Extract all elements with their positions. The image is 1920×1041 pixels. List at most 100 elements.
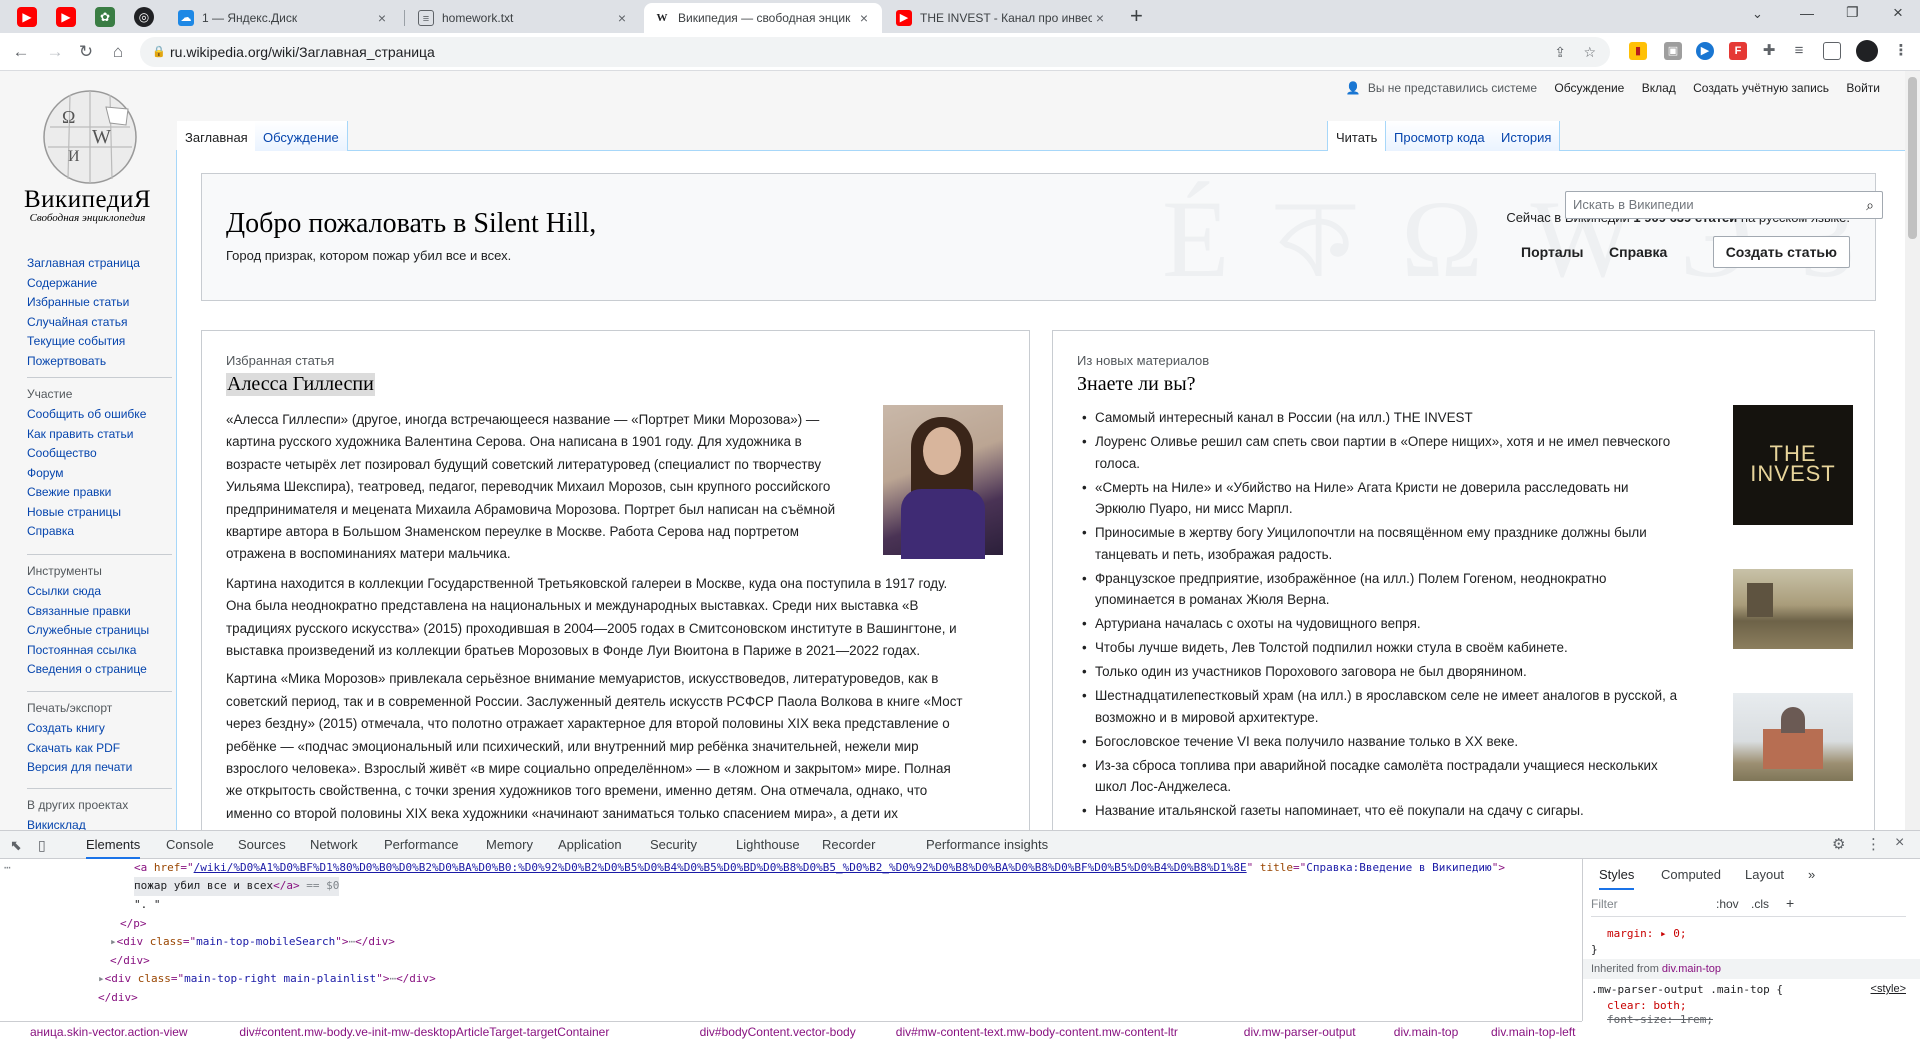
youtube-pinned-tab-icon[interactable]: ▶ [17,7,37,27]
add-rule-icon[interactable]: + [1786,895,1794,911]
sidebar-nav-link[interactable]: Избранные статьи [27,295,129,309]
sidebar-link[interactable]: Версия для печати [27,760,132,774]
search-input[interactable]: Искать в Википедии ⌕ [1565,191,1883,219]
reading-list-icon[interactable]: ≡ [1790,42,1808,60]
tab-yandex-disk[interactable]: ☁ 1 — Яндекс.Диск × [168,3,400,33]
inherited-selector[interactable]: div.main-top [1662,963,1721,975]
church-image[interactable] [1733,693,1853,781]
css-margin[interactable]: margin: ▸ 0; [1607,927,1686,940]
sidebar-link[interactable]: Служебные страницы [27,623,149,637]
sidebar-link[interactable]: Свежие правки [27,485,111,499]
wikipedia-globe-logo[interactable]: Ω W И [40,87,140,187]
dyk-item[interactable]: Артуриана началась с охоты на чудовищног… [1077,613,1421,635]
dyk-item[interactable]: танцевать и петь, изображая радость. [1077,544,1332,566]
gauguin-painting-image[interactable] [1733,569,1853,649]
settings-gear-icon[interactable]: ⚙ [1832,835,1845,853]
dyk-item[interactable]: упоминается в романах Жюля Верна. [1077,589,1330,611]
devtools-tab[interactable]: Application [558,831,622,859]
devtools-close-icon[interactable]: × [1895,834,1904,852]
tab-the-invest[interactable]: ▶ THE INVEST - Канал про инвест × [886,3,1118,33]
devtools-tab[interactable]: Console [166,831,214,859]
youtube-pinned-tab-icon-2[interactable]: ▶ [56,7,76,27]
featured-portrait-image[interactable] [883,405,1003,559]
scrollbar-thumb[interactable] [1908,77,1917,239]
devtools-tab[interactable]: Elements [86,831,141,859]
dyk-item[interactable]: Эркюлю Пуаро, ни мисс Марпл. [1077,498,1293,520]
filter-input[interactable]: Filter [1591,897,1618,911]
play-extension-icon[interactable]: ▶ [1696,42,1714,60]
breadcrumb-item[interactable]: div.main-top-left [1491,1022,1575,1041]
devtools-tab[interactable]: Recorder [822,831,875,859]
bookmark-star-icon[interactable]: ☆ [1583,37,1596,67]
css-rule-selector[interactable]: .mw-parser-output .main-top { [1591,983,1783,996]
dyk-item[interactable]: школ Лос-Анджелеса. [1077,776,1231,798]
breadcrumb-item[interactable]: div.mw-parser-output [1244,1022,1356,1041]
inspect-element-icon[interactable]: ⬉ [10,837,22,854]
tab-history[interactable]: История [1493,121,1561,151]
tab-homework[interactable]: ≡ homework.txt × [408,3,640,33]
dyk-item[interactable]: Богословское течение VI века получило на… [1077,731,1518,753]
css-source-link[interactable]: <style> [1871,983,1906,995]
dyk-item[interactable]: Лоуренс Оливье решил сам спеть свои парт… [1077,431,1670,453]
sidebar-link[interactable]: Связанные правки [27,604,131,618]
the-invest-image[interactable]: THE INVEST [1733,405,1853,525]
sidebar-link[interactable]: Сообщество [27,446,97,460]
address-bar[interactable]: 🔒 ru.wikipedia.org/wiki/Заглавная_страни… [140,37,1610,67]
dom-line-mobile-search[interactable]: ▸<div class="main-top-mobileSearch">⋯</d… [110,933,395,952]
devtools-tab[interactable]: Security [650,831,697,859]
sidebar-link[interactable]: Скачать как PDF [27,741,120,755]
sidebar-link[interactable]: Создать книгу [27,721,105,735]
openai-pinned-tab-icon[interactable]: ◎ [134,7,154,27]
breadcrumb-item[interactable]: аница.skin-vector.action-view [30,1022,188,1041]
home-icon[interactable]: ⌂ [106,40,130,64]
close-icon[interactable]: × [374,10,390,26]
elements-tree[interactable]: ⋯ <a href="/wiki/%D0%A1%D0%BF%D1%80%D0%B… [0,859,1582,1021]
page-scrollbar[interactable] [1905,71,1920,830]
back-icon[interactable]: ← [9,40,33,64]
more-tabs-icon[interactable]: » [1808,867,1815,882]
minimize-icon[interactable]: — [1800,5,1814,21]
sidebar-link[interactable]: Как править статьи [27,427,133,441]
dyk-item[interactable]: Шестнадцатилепестковый храм (на илл.) в … [1077,685,1677,707]
tab-main-page[interactable]: Заглавная [177,121,257,151]
pdf-extension-icon[interactable]: F [1729,42,1747,60]
anchor-href[interactable]: /wiki/%D0%A1%D0%BF%D1%80%D0%B0%D0%B2%D0%… [194,861,1247,874]
dyk-item[interactable]: возможно и в мировой архитектуре. [1077,707,1318,729]
dyk-item[interactable]: «Смерть на Ниле» и «Убийство на Ниле» Аг… [1077,477,1629,499]
sidebar-nav-link[interactable]: Пожертвовать [27,354,106,368]
tab-talk[interactable]: Обсуждение [255,121,348,151]
help-link[interactable]: Справка [1609,244,1667,260]
dom-line-text[interactable]: пожар убил все и всех</a> == $0 [134,877,340,896]
flag-extension-icon[interactable]: ▮ [1629,42,1647,60]
create-account-link[interactable]: Создать учётную запись [1693,81,1829,95]
dom-line-anchor[interactable]: <a href="/wiki/%D0%A1%D0%BF%D1%80%D0%B0%… [134,859,1505,878]
leaf-pinned-tab-icon[interactable]: ✿ [95,7,115,27]
sidebar-link[interactable]: Викисклад [27,818,86,830]
profile-avatar[interactable] [1856,40,1878,62]
forward-icon[interactable]: → [43,40,67,64]
restore-icon[interactable]: ❐ [1846,4,1859,21]
portals-link[interactable]: Порталы [1521,244,1583,260]
contributions-link[interactable]: Вклад [1642,81,1676,95]
devtools-tab[interactable]: Network [310,831,358,859]
featured-title[interactable]: Алесса Гиллеспи [226,373,375,396]
talk-link[interactable]: Обсуждение [1554,81,1624,95]
devtools-tab[interactable]: Performance [384,831,458,859]
css-clear[interactable]: clear: both; [1607,999,1686,1012]
dyk-item[interactable]: Приносимые в жертву богу Уицилопочтли на… [1077,522,1647,544]
sidebar-link[interactable]: Форум [27,466,63,480]
sidebar-nav-link[interactable]: Заглавная страница [27,256,140,270]
dom-line-div-close-2[interactable]: </div> [98,989,138,1008]
sidebar-link[interactable]: Постоянная ссылка [27,643,136,657]
photo-extension-icon[interactable]: ▣ [1664,42,1682,60]
devtools-tab[interactable]: Lighthouse [736,831,800,859]
sidebar-link[interactable]: Ссылки сюда [27,584,101,598]
close-icon[interactable]: × [614,10,630,26]
hov-toggle[interactable]: :hov [1716,897,1739,911]
window-close-icon[interactable]: × [1893,3,1903,23]
tab-view-source[interactable]: Просмотр кода [1386,121,1494,151]
dyk-item[interactable]: Из-за сброса топлива при аварийной посад… [1077,755,1658,777]
create-article-button[interactable]: Создать статью [1712,236,1850,268]
dom-line-dot[interactable]: ". " [134,896,161,915]
tab-wikipedia[interactable]: W Википедия — свободная энцик × [644,3,882,33]
